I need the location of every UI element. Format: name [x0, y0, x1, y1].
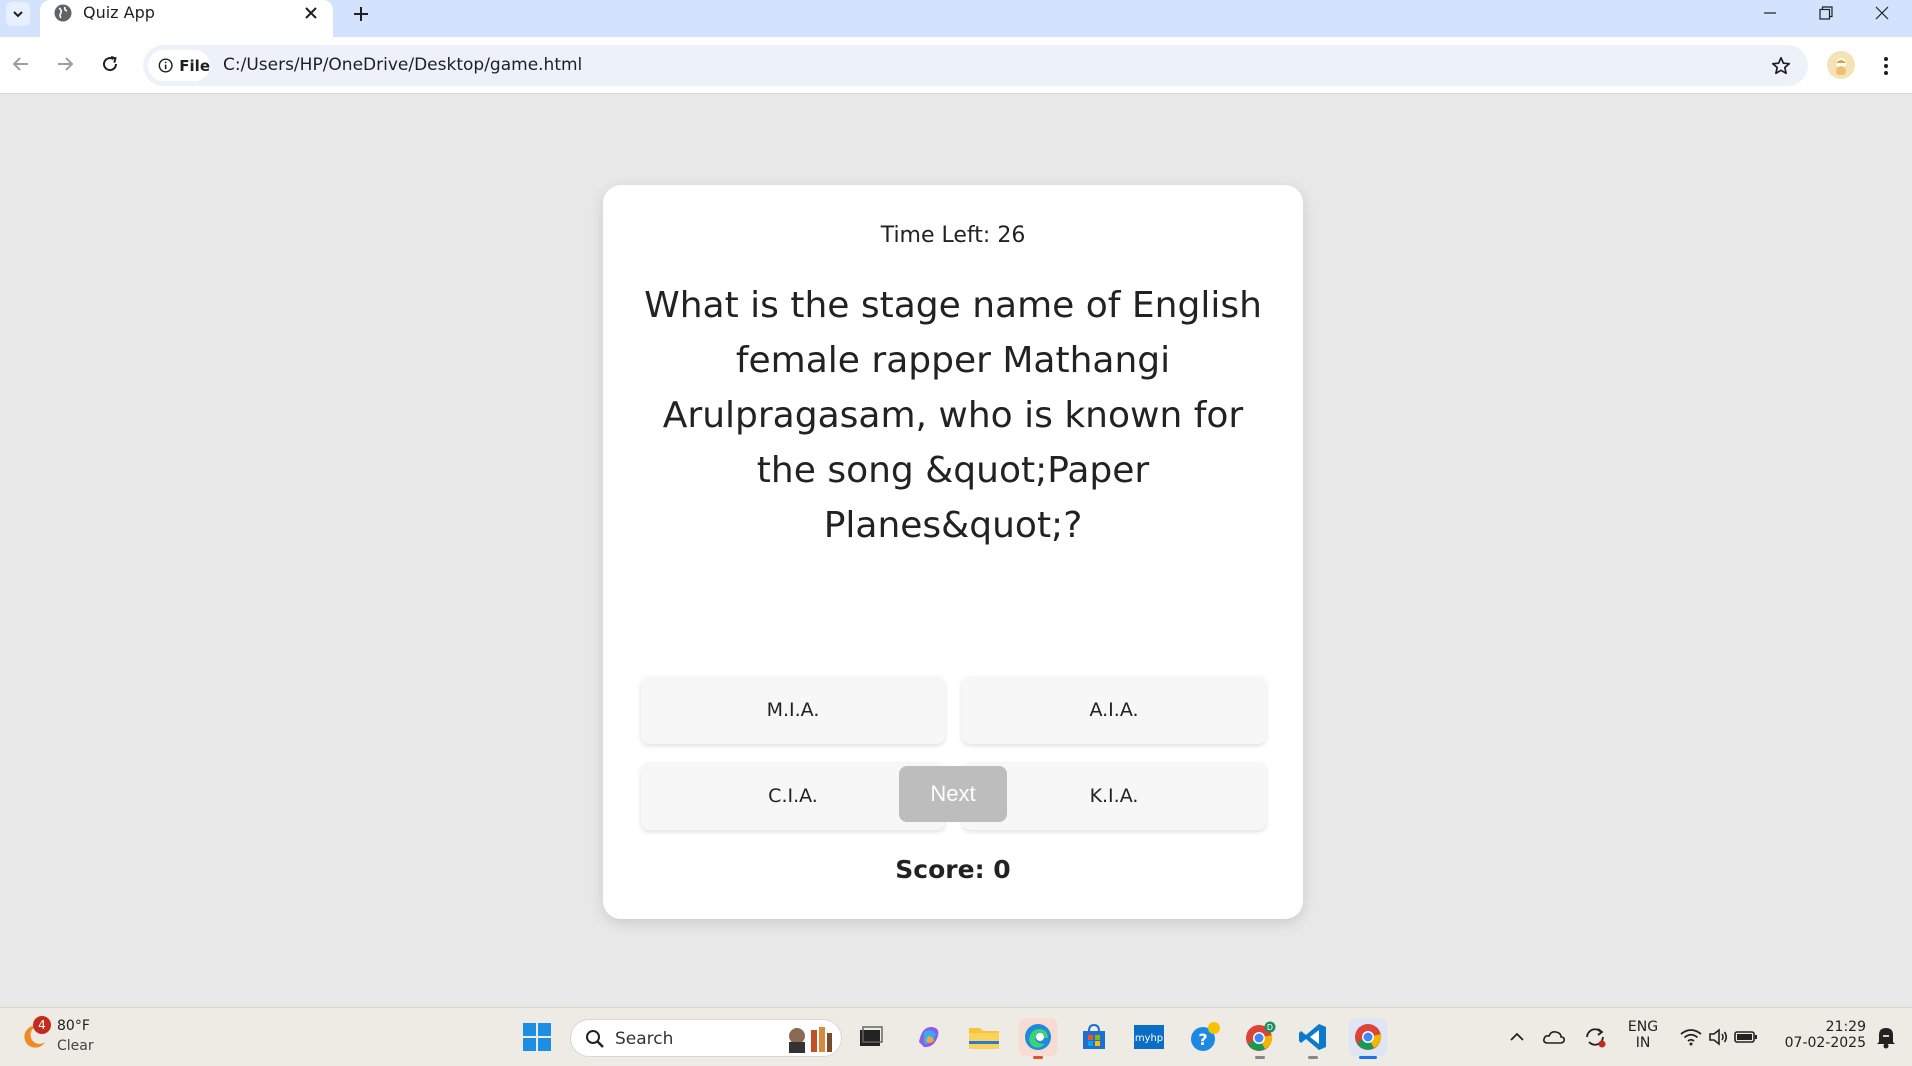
avatar-icon [1836, 58, 1846, 75]
search-highlight-icon [789, 1027, 832, 1053]
tab-search-button[interactable] [6, 2, 30, 26]
more-vertical-icon [1884, 57, 1888, 75]
reload-button[interactable] [95, 49, 125, 79]
weather-temperature[interactable]: 80°F [57, 1018, 90, 1034]
minimize-icon [1764, 12, 1776, 14]
file-chip-label: File [179, 56, 210, 75]
score-text: Score: 0 [895, 855, 1011, 884]
microsoft-store-button[interactable] [1075, 1018, 1113, 1056]
forward-button[interactable] [50, 49, 80, 79]
weather-notification-badge: 4 [33, 1016, 51, 1034]
sync-button[interactable] [1577, 1018, 1613, 1056]
answer-button-1[interactable]: M.I.A. [641, 676, 945, 744]
store-icon [1083, 1023, 1105, 1049]
folder-icon [969, 1028, 999, 1049]
search-placeholder: Search [615, 1029, 674, 1049]
tab-strip: Quiz App [0, 0, 1912, 37]
task-view-button[interactable] [852, 1018, 890, 1056]
language-code: ENG [1627, 1019, 1659, 1035]
myhp-icon: myhp [1134, 1025, 1164, 1049]
reload-icon [103, 56, 118, 72]
bookmark-button[interactable] [1768, 53, 1794, 79]
vscode-indicator [1308, 1056, 1318, 1059]
time-left: Time Left: 26 [880, 223, 1026, 248]
tab-quiz-app[interactable]: Quiz App [40, 0, 333, 37]
edge-icon [1025, 1024, 1051, 1050]
clock-time: 21:29 [1825, 1019, 1866, 1035]
chrome-profile-indicator [1255, 1056, 1265, 1059]
notifications-button[interactable] [1866, 1018, 1906, 1056]
copilot-icon [919, 1026, 939, 1048]
tab-close-button[interactable] [300, 2, 322, 24]
myhp-button[interactable]: myhp [1130, 1018, 1168, 1056]
close-icon [1875, 6, 1889, 20]
chrome-button[interactable] [1349, 1018, 1387, 1059]
tab-title: Quiz App [83, 3, 155, 22]
vscode-button[interactable] [1294, 1018, 1332, 1059]
new-tab-button[interactable] [348, 1, 374, 27]
arrow-left-icon [12, 57, 28, 71]
browser-toolbar: File C:/Users/HP/OneDrive/Desktop/game.h… [0, 37, 1912, 94]
svg-text:D: D [1267, 1023, 1273, 1032]
next-button[interactable]: Next [899, 766, 1007, 822]
page-viewport: Time Left: 26 What is the stage name of … [0, 95, 1912, 1007]
language-region: IN [1635, 1035, 1651, 1051]
show-hidden-icons-button[interactable] [1497, 1018, 1537, 1056]
notification-bell-icon [1877, 1028, 1895, 1049]
edge-button[interactable] [1019, 1018, 1057, 1059]
weather-condition[interactable]: Clear [57, 1038, 94, 1054]
clock[interactable]: 21:29 07-02-2025 [1770, 1019, 1866, 1051]
edge-active-indicator [1033, 1056, 1043, 1059]
chrome-icon: D [1246, 1021, 1276, 1051]
info-icon [158, 58, 173, 73]
arrow-right-icon [58, 57, 74, 71]
answer-button-2[interactable]: A.I.A. [962, 676, 1266, 744]
close-window-button[interactable] [1854, 0, 1910, 26]
help-icon: ? [1191, 1022, 1220, 1051]
address-bar[interactable]: File C:/Users/HP/OneDrive/Desktop/game.h… [143, 45, 1808, 86]
restore-button[interactable] [1798, 0, 1854, 26]
star-icon [1771, 56, 1791, 75]
search-icon [586, 1030, 604, 1048]
site-info-chip[interactable]: File [148, 50, 210, 81]
chevron-up-icon [1510, 1032, 1524, 1041]
chrome-icon [1355, 1024, 1382, 1050]
sync-icon [1586, 1028, 1606, 1048]
chevron-down-icon [13, 11, 23, 18]
globe-icon [54, 4, 72, 22]
plus-icon [354, 7, 368, 21]
close-icon [305, 7, 317, 19]
language-indicator[interactable]: ENG IN [1625, 1019, 1661, 1051]
minimize-button[interactable] [1742, 0, 1798, 26]
quick-settings-button[interactable] [1672, 1018, 1766, 1056]
taskbar-search[interactable]: Search [570, 1019, 842, 1057]
profile-avatar[interactable] [1827, 51, 1855, 79]
url-text[interactable]: C:/Users/HP/OneDrive/Desktop/game.html [223, 55, 582, 75]
browser-menu-button[interactable] [1876, 51, 1896, 81]
vscode-icon [1299, 1024, 1326, 1050]
back-button[interactable] [6, 49, 36, 79]
onedrive-button[interactable] [1536, 1018, 1572, 1056]
taskbar: 4 80°F Clear Search myhp ? D ENG IN 21:2… [0, 1007, 1912, 1066]
cloud-icon [1543, 1031, 1565, 1044]
get-help-button[interactable]: ? [1186, 1018, 1224, 1056]
start-button[interactable] [518, 1018, 556, 1056]
quiz-card: Time Left: 26 What is the stage name of … [603, 185, 1303, 919]
task-view-icon [860, 1026, 883, 1046]
svg-text:myhp: myhp [1135, 1033, 1163, 1044]
svg-text:?: ? [1198, 1030, 1207, 1049]
restore-icon [1819, 6, 1833, 20]
battery-icon [1734, 1031, 1757, 1043]
file-explorer-button[interactable] [965, 1018, 1003, 1056]
chrome-active-indicator [1359, 1056, 1377, 1059]
wifi-icon [1680, 1029, 1702, 1046]
clock-date: 07-02-2025 [1784, 1035, 1866, 1051]
answer-button-4[interactable]: K.I.A. [962, 762, 1266, 830]
volume-icon [1709, 1028, 1728, 1046]
copilot-button[interactable] [910, 1018, 948, 1056]
windows-logo-icon [523, 1023, 551, 1051]
chrome-profile-button[interactable]: D [1241, 1018, 1279, 1059]
question-text: What is the stage name of English female… [644, 285, 1262, 546]
